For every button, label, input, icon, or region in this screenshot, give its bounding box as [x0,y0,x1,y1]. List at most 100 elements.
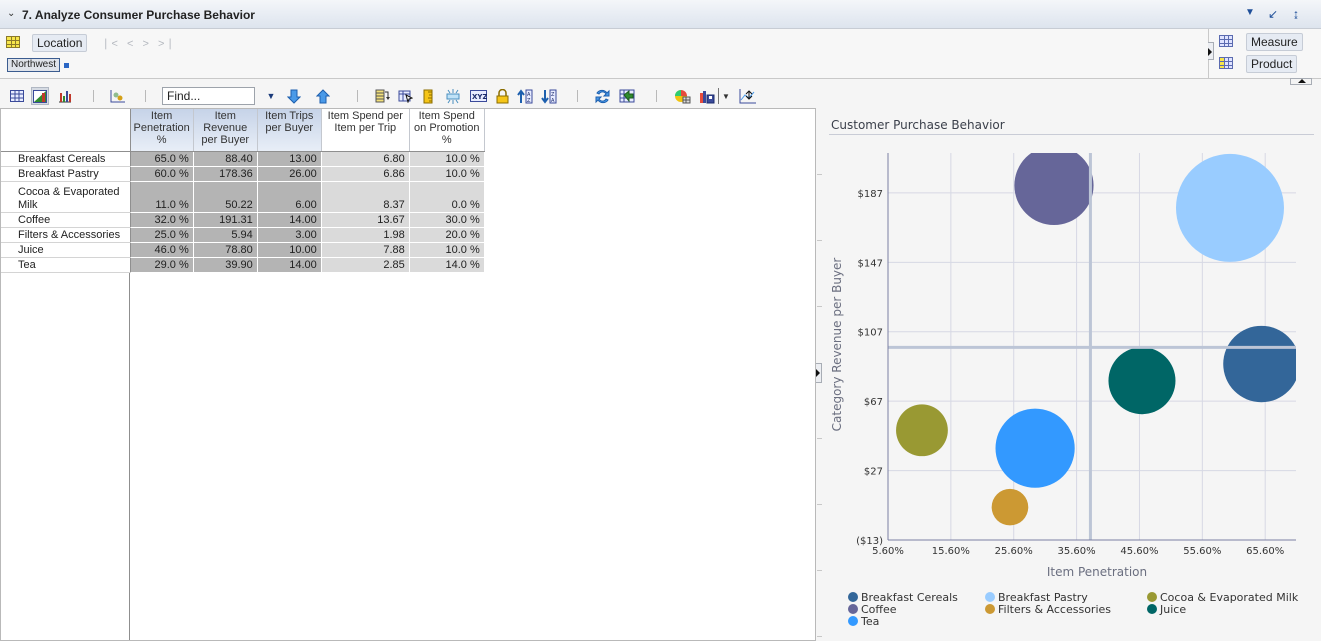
expand-tab-icon[interactable] [1208,42,1214,60]
refresh-icon[interactable] [593,87,611,105]
svg-text:XYZ: XYZ [472,93,487,101]
cell[interactable]: 8.37 [321,181,410,213]
collapse-pov-handle[interactable] [1290,78,1312,85]
y-tick-label: $27 [864,467,883,478]
table-row: Tea 29.0 % 39.90 14.00 2.85 14.0 % [1,257,485,273]
cell[interactable]: 29.0 % [130,257,194,273]
cell[interactable]: 50.22 [193,181,258,213]
sort-ascending-icon[interactable]: AZ [516,87,534,105]
product-grid-icon [1219,57,1233,69]
cell[interactable]: 13.67 [321,212,410,228]
cell[interactable]: 39.90 [193,257,258,273]
cell[interactable]: 78.80 [193,242,258,258]
cell[interactable]: 60.0 % [130,166,194,182]
data-table: Item Penetration% Item Revenue per Buyer It… [1,109,485,273]
bubble-tea[interactable] [995,408,1075,488]
cell[interactable]: 88.40 [193,151,258,167]
cell[interactable]: 2.85 [321,257,410,273]
row-header[interactable]: Tea [1,257,131,273]
cell[interactable]: 10.0 % [409,242,485,258]
cell[interactable]: 11.0 % [130,181,194,213]
change-chart-icon[interactable] [618,87,636,105]
cell[interactable]: 0.0 % [409,181,485,213]
column-header-item-spend-promotion[interactable]: Item Spend on Promotion% [409,109,485,152]
bubble-juice[interactable] [1108,347,1176,415]
row-header[interactable]: Juice [1,242,131,258]
cell[interactable]: 25.0 % [130,227,194,243]
member-selector-icon[interactable] [64,63,69,68]
cell[interactable]: 178.36 [193,166,258,182]
x-axis-label: Item Penetration [1047,565,1147,579]
row-header[interactable]: Coffee [1,212,131,228]
cell[interactable]: 10.0 % [409,166,485,182]
cell[interactable]: 6.80 [321,151,410,167]
measure-dimension-button[interactable]: Measure [1246,33,1303,51]
grid-view-icon[interactable] [8,87,26,105]
bubble-filters-accessories[interactable] [991,488,1029,526]
swap-axes-icon[interactable] [738,87,756,105]
save-chart-icon[interactable] [698,87,716,105]
find-next-down-arrow-icon[interactable] [285,87,303,105]
cell[interactable]: 10.0 % [409,151,485,167]
find-previous-up-arrow-icon[interactable] [314,87,332,105]
column-header-item-trips[interactable]: Item Trips per Buyer [257,109,322,152]
suppress-icon[interactable] [444,87,462,105]
row-header[interactable]: Filters & Accessories [1,227,131,243]
column-header-item-revenue[interactable]: Item Revenue per Buyer [193,109,258,152]
minimize-icon[interactable]: ↙ [1268,7,1278,21]
more-dropdown-icon[interactable]: ▼ [720,87,732,105]
ruler-icon[interactable] [419,87,437,105]
x-tick-label: 65.60% [1246,546,1284,557]
dropdown-arrow-icon[interactable]: ▼ [1245,7,1255,18]
cell[interactable]: 5.94 [193,227,258,243]
cell[interactable]: 191.31 [193,212,258,228]
find-options-dropdown-icon[interactable]: ▼ [262,87,280,105]
grid-chart-view-icon[interactable] [31,87,49,105]
cell[interactable]: 6.00 [257,181,322,213]
cell[interactable]: 3.00 [257,227,322,243]
find-input[interactable] [162,87,255,105]
restore-icon[interactable]: ↨ [1293,7,1299,21]
cell[interactable]: 20.0 % [409,227,485,243]
cell[interactable]: 14.0 % [409,257,485,273]
measure-grid-icon [1219,35,1233,47]
row-header[interactable]: Breakfast Pastry [1,166,131,182]
bubble-breakfast-pastry[interactable] [1175,153,1284,262]
cell[interactable]: 26.00 [257,166,322,182]
collapse-chevron-icon[interactable]: ⌄ [7,8,15,19]
bubble-coffee[interactable] [1014,146,1094,226]
pivot-icon[interactable] [373,87,391,105]
legend-swatch [985,604,995,614]
cell[interactable]: 13.00 [257,151,322,167]
bubble-cocoa-evaporated-milk[interactable] [896,404,948,457]
cell[interactable]: 14.00 [257,257,322,273]
bubble-breakfast-cereals[interactable] [1223,325,1299,403]
cell[interactable]: 14.00 [257,212,322,228]
cell[interactable]: 30.0 % [409,212,485,228]
chart-properties-icon[interactable] [673,87,691,105]
row-header[interactable]: Breakfast Cereals [1,151,131,167]
cell[interactable]: 6.86 [321,166,410,182]
page-title: 7. Analyze Consumer Purchase Behavior [22,8,255,22]
chart-view-icon[interactable] [56,87,74,105]
data-grid: Item Penetration% Item Revenue per Buyer It… [0,108,816,641]
lock-icon[interactable] [493,87,511,105]
cell[interactable]: 10.00 [257,242,322,258]
cell[interactable]: 7.88 [321,242,410,258]
column-header-item-spend-per-trip[interactable]: Item Spend per Item per Trip [321,109,410,152]
column-header-item-penetration[interactable]: Item Penetration% [130,109,194,152]
title-bar: ⌄ 7. Analyze Consumer Purchase Behavior … [0,0,1321,29]
cell[interactable]: 46.0 % [130,242,194,258]
cell[interactable]: 32.0 % [130,212,194,228]
cell[interactable]: 1.98 [321,227,410,243]
location-dimension-button[interactable]: Location [32,34,88,52]
member-nav-arrows[interactable]: ∣< < > >∣ [103,37,176,50]
row-header[interactable]: Cocoa & Evaporated Milk [1,181,131,213]
cell[interactable]: 65.0 % [130,151,194,167]
sort-descending-icon[interactable]: ZA [540,87,558,105]
xyz-format-icon[interactable]: XYZ [469,87,487,105]
chart-type-icon[interactable] [108,87,126,105]
product-dimension-button[interactable]: Product [1246,55,1298,73]
member-northwest[interactable]: Northwest [7,58,61,72]
select-cells-icon[interactable] [396,87,414,105]
